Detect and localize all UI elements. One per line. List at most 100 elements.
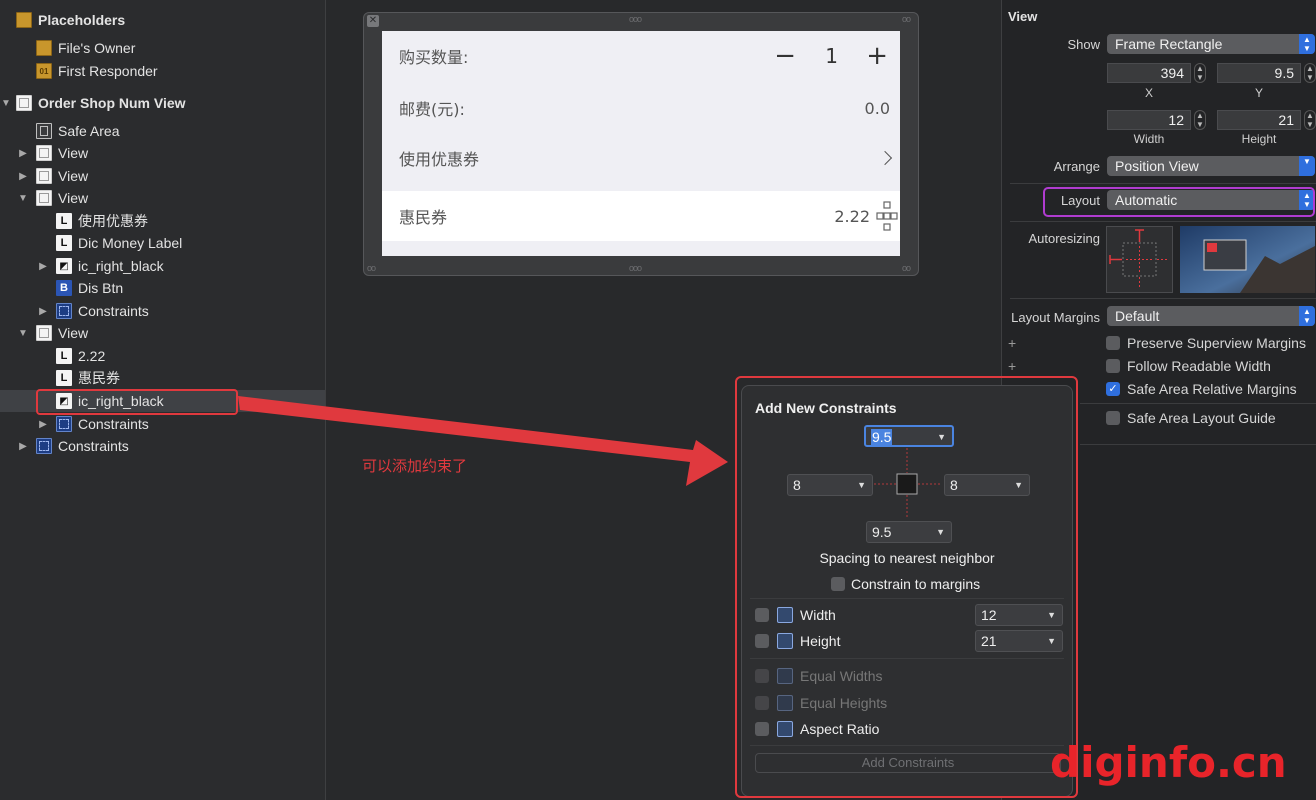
- outline-files-owner[interactable]: File's Owner: [0, 37, 325, 59]
- chevron-right-icon: [877, 150, 893, 166]
- outline-constraints[interactable]: ▶ Constraints: [0, 413, 325, 435]
- outline-view[interactable]: ▶ View: [0, 142, 325, 164]
- outline-view[interactable]: ▼ View: [0, 187, 325, 209]
- popover-highlight: [735, 376, 1078, 798]
- label-icon: L: [56, 370, 72, 386]
- show-select[interactable]: Frame Rectangle ▲ ▼: [1107, 34, 1315, 54]
- coupon-row[interactable]: 使用优惠券: [382, 133, 900, 183]
- outline-label: 使用优惠券: [78, 213, 148, 229]
- x-caption: X: [1144, 86, 1153, 100]
- resize-handle-icon[interactable]: oo: [367, 263, 376, 273]
- layout-highlight: [1043, 187, 1315, 217]
- disclosure-closed-icon[interactable]: ▶: [37, 261, 49, 272]
- plus-icon[interactable]: +: [1008, 358, 1016, 374]
- safe-area-icon: [36, 123, 52, 139]
- resize-handle-icon[interactable]: oo: [902, 14, 911, 24]
- width-stepper-icon[interactable]: ▲ ▼: [1194, 110, 1206, 130]
- preserve-margins-checkbox[interactable]: [1106, 336, 1120, 350]
- y-stepper-icon[interactable]: ▲ ▼: [1304, 63, 1316, 83]
- outline-root-view[interactable]: ▼ Order Shop Num View: [0, 92, 325, 114]
- disclosure-closed-icon[interactable]: ▶: [17, 171, 29, 182]
- y-field[interactable]: 9.5: [1217, 63, 1301, 83]
- outline-label: File's Owner: [58, 40, 136, 56]
- resize-handle-icon[interactable]: ooo: [629, 14, 642, 24]
- chevron-down-icon: ▼: [1299, 156, 1315, 176]
- section-title: View: [1008, 9, 1038, 24]
- divider: [1010, 183, 1316, 184]
- outline-view[interactable]: ▶ View: [0, 165, 325, 187]
- readable-width-checkbox[interactable]: [1106, 359, 1120, 373]
- annotation-text: 可以添加约束了: [362, 457, 468, 475]
- view-icon: [36, 325, 52, 341]
- outline-label-item[interactable]: L 使用优惠券: [0, 210, 325, 232]
- outline-label: View: [58, 145, 89, 161]
- plus-button[interactable]: +: [866, 41, 888, 71]
- safe-area-guide-checkbox[interactable]: [1106, 411, 1120, 425]
- x-field[interactable]: 394: [1107, 63, 1191, 83]
- outline-constraints[interactable]: ▶ Constraints: [0, 300, 325, 322]
- outline-placeholders[interactable]: Placeholders: [0, 9, 325, 31]
- safe-area-margins-checkbox[interactable]: ✓: [1106, 382, 1120, 396]
- disclosure-closed-icon[interactable]: ▶: [37, 419, 49, 430]
- postage-label: 邮费(元):: [399, 100, 465, 119]
- outline-image-item[interactable]: ▶ ◩ ic_right_black: [0, 255, 325, 277]
- disclosure-closed-icon[interactable]: ▶: [17, 148, 29, 159]
- outline-button-item[interactable]: B Dis Btn: [0, 277, 325, 299]
- outline-label-item[interactable]: L 2.22: [0, 345, 325, 367]
- autoresizing-mask-control[interactable]: [1106, 226, 1173, 293]
- resize-handle-icon[interactable]: oo: [902, 263, 911, 273]
- disclosure-open-icon[interactable]: ▼: [0, 98, 12, 109]
- resize-handle-icon[interactable]: ooo: [629, 263, 642, 273]
- constraints-icon: [56, 416, 72, 432]
- close-icon[interactable]: ✕: [367, 15, 379, 27]
- outline-label-item[interactable]: L Dic Money Label: [0, 232, 325, 254]
- autoresizing-preview: [1180, 226, 1315, 293]
- voucher-label: 惠民券: [399, 208, 448, 227]
- outline-label: Placeholders: [38, 12, 126, 28]
- select-arrows-icon: ▲ ▼: [1299, 306, 1315, 326]
- height-stepper-icon[interactable]: ▲ ▼: [1304, 110, 1316, 130]
- cube-icon: [16, 12, 32, 28]
- disclosure-open-icon[interactable]: ▼: [17, 328, 29, 339]
- outline-label: Dis Btn: [78, 280, 124, 296]
- minus-button[interactable]: −: [774, 41, 796, 71]
- constraints-icon: [56, 303, 72, 319]
- outline-label-item[interactable]: L 惠民券: [0, 367, 325, 389]
- watermark: diginfo.cn: [1050, 738, 1287, 787]
- disclosure-closed-icon[interactable]: ▶: [17, 441, 29, 452]
- voucher-value: 2.22: [834, 206, 870, 226]
- outline-label: 惠民券: [78, 370, 120, 386]
- autoresizing-label: Autoresizing: [1028, 231, 1100, 246]
- outline-label: View: [58, 168, 89, 184]
- move-handle-icon[interactable]: [876, 200, 898, 232]
- outline-safe-area[interactable]: Safe Area: [0, 120, 325, 142]
- height-field[interactable]: 21: [1217, 110, 1301, 130]
- device-view[interactable]: 购买数量: − 1 + 邮费(元): 0.0 使用优惠券 惠民券 2.22: [382, 31, 900, 256]
- preserve-margins-label: Preserve Superview Margins: [1127, 335, 1306, 351]
- margins-select[interactable]: Default ▲ ▼: [1107, 306, 1315, 326]
- show-select-value: Frame Rectangle: [1115, 36, 1223, 52]
- scene-container[interactable]: ✕ ooo ooo oo oo oo 购买数量: − 1 + 邮费(元): 0.…: [363, 12, 919, 276]
- outline-label: Constraints: [78, 416, 149, 432]
- width-field[interactable]: 12: [1107, 110, 1191, 130]
- safe-area-guide-label: Safe Area Layout Guide: [1127, 410, 1276, 426]
- disclosure-closed-icon[interactable]: ▶: [37, 306, 49, 317]
- arrange-select-value: Position View: [1115, 158, 1199, 174]
- image-view-icon: ◩: [56, 258, 72, 274]
- quantity-row: 购买数量: − 1 +: [382, 31, 900, 81]
- x-stepper-icon[interactable]: ▲ ▼: [1194, 63, 1206, 83]
- voucher-row[interactable]: 惠民券 2.22: [382, 191, 900, 241]
- disclosure-open-icon[interactable]: ▼: [17, 193, 29, 204]
- outline-first-responder[interactable]: 01 First Responder: [0, 60, 325, 82]
- quantity-value: 1: [825, 44, 838, 68]
- outline-view[interactable]: ▼ View: [0, 322, 325, 344]
- label-icon: L: [56, 348, 72, 364]
- arrange-select[interactable]: Position View ▼: [1107, 156, 1315, 176]
- arrange-label: Arrange: [1053, 159, 1100, 174]
- document-outline: Placeholders File's Owner 01 First Respo…: [0, 0, 326, 800]
- outline-label: 2.22: [78, 348, 106, 364]
- plus-icon[interactable]: +: [1008, 335, 1016, 351]
- quantity-label: 购买数量:: [399, 48, 469, 67]
- height-caption: Height: [1241, 132, 1277, 146]
- outline-constraints[interactable]: ▶ Constraints: [0, 435, 325, 457]
